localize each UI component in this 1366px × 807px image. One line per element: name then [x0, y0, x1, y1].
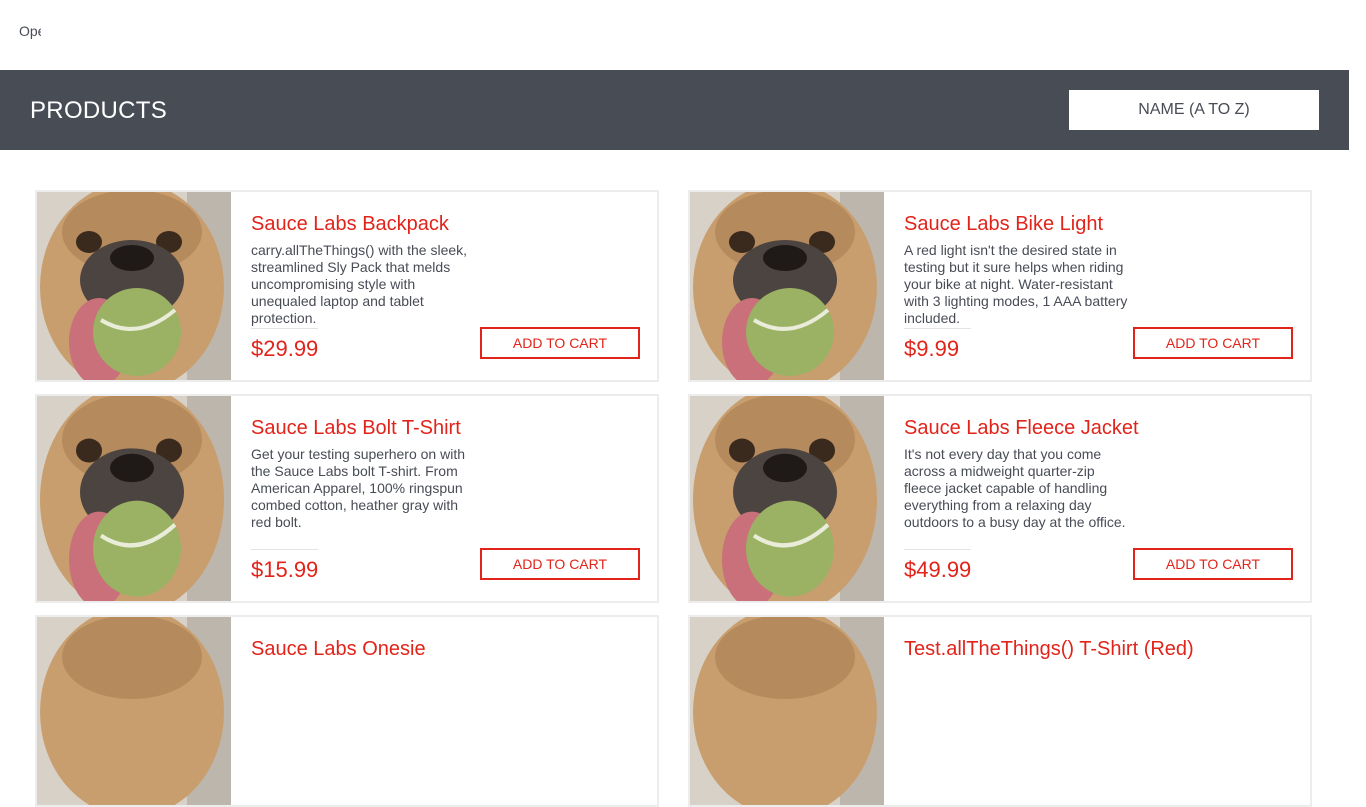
product-card: Sauce Labs Onesie [35, 615, 659, 807]
dog-photo [37, 192, 231, 380]
product-description: carry.allTheThings() with the sleek, str… [251, 242, 468, 326]
product-name[interactable]: Sauce Labs Bolt T-Shirt [251, 416, 461, 440]
product-price: $29.99 [251, 336, 319, 361]
open-menu-button[interactable]: Open Menu [19, 24, 41, 46]
product-price: $15.99 [251, 557, 319, 582]
product-card: Test.allTheThings() T-Shirt (Red) [688, 615, 1312, 807]
product-image[interactable] [37, 192, 231, 380]
add-to-cart-button[interactable]: ADD TO CART [480, 548, 640, 580]
product-card: Sauce Labs Fleece Jacket It's not every … [688, 394, 1312, 603]
product-description: A red light isn't the desired state in t… [904, 242, 1128, 326]
add-to-cart-button[interactable]: ADD TO CART [1133, 327, 1293, 359]
product-name[interactable]: Sauce Labs Fleece Jacket [904, 416, 1139, 440]
product-card: Sauce Labs Bolt T-Shirt Get your testing… [35, 394, 659, 603]
dog-photo [37, 617, 231, 805]
product-name[interactable]: Sauce Labs Backpack [251, 212, 449, 236]
product-image[interactable] [37, 617, 231, 805]
price-divider [904, 328, 971, 329]
product-name[interactable]: Test.allTheThings() T-Shirt (Red) [904, 637, 1194, 661]
page-title: PRODUCTS [30, 97, 168, 124]
product-price: $9.99 [904, 336, 960, 361]
products-header: PRODUCTS NAME (A TO Z) [0, 70, 1349, 150]
product-description: Get your testing superhero on with the S… [251, 446, 466, 530]
product-price: $49.99 [904, 557, 972, 582]
sort-select[interactable]: NAME (A TO Z) [1069, 90, 1319, 130]
product-image[interactable] [690, 617, 884, 805]
price-divider [251, 328, 318, 329]
product-card: Sauce Labs Bike Light A red light isn't … [688, 190, 1312, 382]
product-card: Sauce Labs Backpack carry.allTheThings()… [35, 190, 659, 382]
dog-photo [690, 396, 884, 601]
add-to-cart-button[interactable]: ADD TO CART [1133, 548, 1293, 580]
product-image[interactable] [690, 192, 884, 380]
price-divider [251, 549, 318, 550]
product-name[interactable]: Sauce Labs Onesie [251, 637, 426, 661]
product-image[interactable] [37, 396, 231, 601]
dog-photo [690, 617, 884, 805]
add-to-cart-button[interactable]: ADD TO CART [480, 327, 640, 359]
product-image[interactable] [690, 396, 884, 601]
product-description: It's not every day that you come across … [904, 446, 1126, 530]
product-name[interactable]: Sauce Labs Bike Light [904, 212, 1103, 236]
price-divider [904, 549, 971, 550]
dog-photo [690, 192, 884, 380]
dog-photo [37, 396, 231, 601]
open-menu-label: Open Menu [19, 24, 41, 39]
